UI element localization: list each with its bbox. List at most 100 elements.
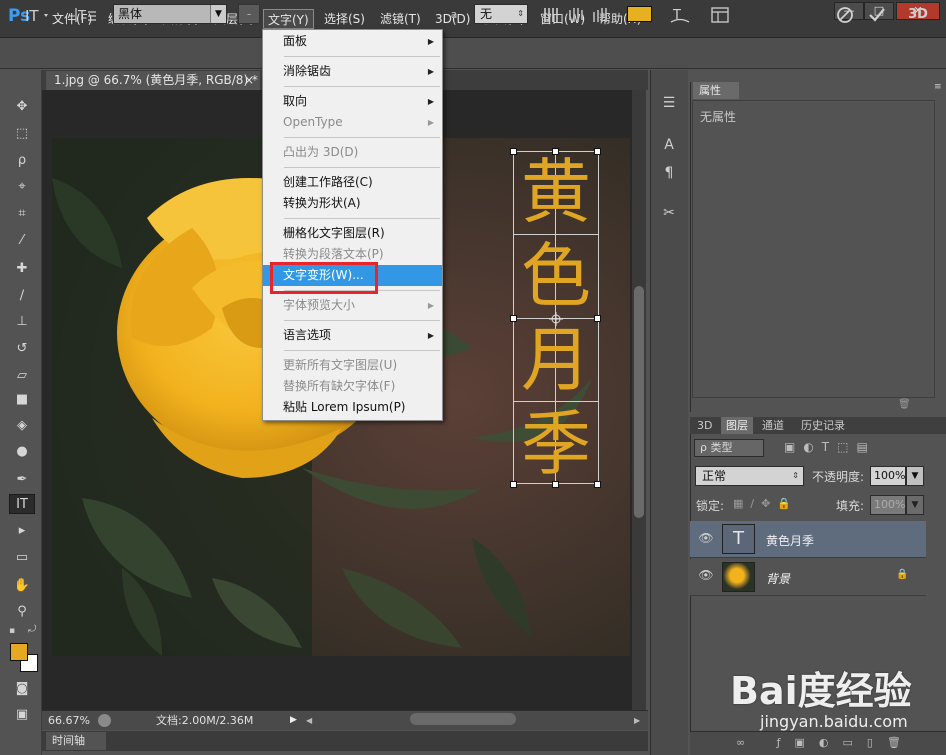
menu-divider xyxy=(284,218,440,219)
close-tab-icon[interactable]: × xyxy=(244,71,254,90)
visibility-eye-icon[interactable]: 👁 xyxy=(698,568,714,584)
visibility-eye-icon[interactable]: 👁 xyxy=(698,531,714,547)
quick-select-tool-icon[interactable]: ⌖ xyxy=(9,177,35,197)
healing-brush-tool-icon[interactable]: ✚ xyxy=(9,259,35,279)
font-family-select[interactable]: 黑体 ▼ xyxy=(113,4,227,24)
align-right-icon[interactable] xyxy=(590,6,610,24)
tab-3d[interactable]: 3D xyxy=(692,417,717,434)
menu-item-rasterize-type[interactable]: 栅格化文字图层(R) xyxy=(263,223,442,244)
cancel-icon[interactable] xyxy=(834,5,856,25)
transform-handle[interactable] xyxy=(594,481,601,488)
eraser-tool-icon[interactable]: ▱ xyxy=(9,366,35,386)
foreground-color-swatch[interactable] xyxy=(10,643,28,661)
history-brush-tool-icon[interactable]: ↺ xyxy=(9,339,35,359)
eyedropper-tool-icon[interactable]: ⁄ xyxy=(9,231,35,251)
type-tool-icon[interactable]: IT xyxy=(9,494,35,514)
submenu-arrow-icon: ▶ xyxy=(427,118,434,127)
trash-icon[interactable]: 🗑 xyxy=(898,399,912,411)
vertical-scroll-thumb[interactable] xyxy=(634,286,644,518)
antialias-select[interactable]: 无 ⇕ xyxy=(474,4,528,24)
menu-divider xyxy=(284,86,440,87)
menu-item-antialias[interactable]: 消除锯齿 ▶ xyxy=(263,61,442,82)
tools-preset-icon[interactable]: ✂ xyxy=(656,202,682,224)
tab-layers[interactable]: 图层 xyxy=(721,417,753,434)
hand-tool-icon[interactable]: ✋ xyxy=(9,576,35,596)
text-char: 季 xyxy=(521,403,591,485)
lasso-tool-icon[interactable]: ρ xyxy=(9,151,35,171)
menu-item-create-work-path[interactable]: 创建工作路径(C) xyxy=(263,172,442,193)
transform-handle[interactable] xyxy=(552,148,559,155)
menu-item-replace-missing-fonts: 替换所有缺欠字体(F) xyxy=(283,379,396,393)
type-tool-preset-icon[interactable]: IT xyxy=(22,4,52,26)
path-selection-tool-icon[interactable]: ▸ xyxy=(9,521,35,541)
zoom-tool-icon[interactable]: ⚲ xyxy=(9,602,35,622)
opacity-input[interactable]: 100% xyxy=(870,466,906,486)
transform-handle[interactable] xyxy=(594,315,601,322)
properties-panel-icon[interactable]: ☰ xyxy=(656,92,682,114)
scroll-left-icon[interactable]: ◀ xyxy=(306,711,312,730)
menu-item-panel[interactable]: 面板 ▶ xyxy=(263,31,442,52)
layer-filter-icons[interactable]: ▣◐T⬚▤ xyxy=(784,440,914,456)
panel-menu-icon[interactable]: ≡ xyxy=(934,82,944,96)
clone-stamp-tool-icon[interactable]: ⊥ xyxy=(9,312,35,332)
quick-mask-icon[interactable]: ◙ xyxy=(9,679,35,699)
menu-select[interactable]: 选择(S) xyxy=(320,9,369,29)
menu-type[interactable]: 文字(Y) xyxy=(263,9,314,29)
dodge-tool-icon[interactable]: ● xyxy=(9,442,35,462)
layer-kind-filter[interactable]: ρ 类型 xyxy=(694,439,764,457)
menu-item-paste-lorem-ipsum[interactable]: 粘贴 Lorem Ipsum(P) xyxy=(263,397,442,418)
swap-colors-icon[interactable]: ⤾ xyxy=(28,624,40,636)
align-left-icon[interactable] xyxy=(542,6,562,24)
tab-channels[interactable]: 通道 xyxy=(757,417,789,434)
horizontal-scroll-thumb[interactable] xyxy=(410,713,516,725)
screen-mode-icon[interactable]: ▣ xyxy=(9,705,35,725)
zoom-level[interactable]: 66.67% xyxy=(48,711,90,730)
opacity-dropdown-icon[interactable]: ▼ xyxy=(906,466,924,486)
layer-actions-icons[interactable]: ∞ ƒ▣◐▭▯🗑 xyxy=(736,736,915,749)
opacity-label: 不透明度: xyxy=(812,470,865,484)
default-colors-icon[interactable]: ▪ xyxy=(9,626,19,636)
shape-tool-icon[interactable]: ▭ xyxy=(9,548,35,568)
transform-handle[interactable] xyxy=(510,481,517,488)
transform-handle[interactable] xyxy=(594,148,601,155)
crop-tool-icon[interactable]: ⌗ xyxy=(9,204,35,224)
transform-handle[interactable] xyxy=(510,315,517,322)
commit-check-icon[interactable] xyxy=(866,5,888,25)
marquee-tool-icon[interactable]: ⬚ xyxy=(9,124,35,144)
layer-name[interactable]: 黄色月季 xyxy=(766,532,814,549)
warp-text-icon[interactable]: T xyxy=(668,5,692,25)
gradient-tool-icon[interactable]: ■ xyxy=(9,390,35,410)
menu-item-label: 语言选项 xyxy=(283,328,332,342)
status-menu-arrow-icon[interactable]: ▶ xyxy=(290,711,297,730)
layer-name[interactable]: 背景 xyxy=(766,570,790,587)
fill-input[interactable]: 100% xyxy=(870,495,906,515)
menu-item-language-options[interactable]: 语言选项 ▶ xyxy=(263,325,442,346)
text-orientation-icon[interactable]: T xyxy=(72,4,100,26)
timeline-tab[interactable]: 时间轴 xyxy=(46,732,106,750)
blur-tool-icon[interactable]: ◈ xyxy=(9,416,35,436)
menu-item-convert-to-shape[interactable]: 转换为形状(A) xyxy=(263,193,442,214)
transform-handle[interactable] xyxy=(552,481,559,488)
menu-filter[interactable]: 滤镜(T) xyxy=(376,9,425,29)
scroll-right-icon[interactable]: ▶ xyxy=(634,711,640,730)
move-tool-icon[interactable]: ✥ xyxy=(9,97,35,117)
brush-tool-icon[interactable]: ∕ xyxy=(9,286,35,306)
paragraph-icon[interactable]: ¶ xyxy=(656,162,682,184)
3d-mode-icon[interactable]: 3D xyxy=(904,4,932,26)
lock-options-icons[interactable]: ▦∕✥🔒 xyxy=(733,497,813,511)
align-center-icon[interactable] xyxy=(566,6,586,24)
tab-history[interactable]: 历史记录 xyxy=(796,417,850,434)
menu-item-orientation[interactable]: 取向 ▶ xyxy=(263,91,442,112)
character-icon[interactable]: A xyxy=(656,134,682,156)
blend-mode-select[interactable]: 正常 ⇕ xyxy=(695,466,804,486)
font-style-select[interactable]: - xyxy=(238,4,260,24)
pen-tool-icon[interactable]: ✒ xyxy=(9,470,35,490)
character-panel-icon[interactable] xyxy=(708,5,732,25)
fill-dropdown-icon[interactable]: ▼ xyxy=(906,495,924,515)
transform-handle[interactable] xyxy=(510,148,517,155)
text-color-swatch[interactable] xyxy=(627,6,652,22)
properties-tab[interactable]: 属性 xyxy=(693,82,739,99)
reference-point-icon[interactable] xyxy=(549,312,563,326)
document-tab[interactable]: 1.jpg @ 66.7% (黄色月季, RGB/8) * × xyxy=(46,71,260,90)
status-info-icon[interactable] xyxy=(98,714,111,727)
